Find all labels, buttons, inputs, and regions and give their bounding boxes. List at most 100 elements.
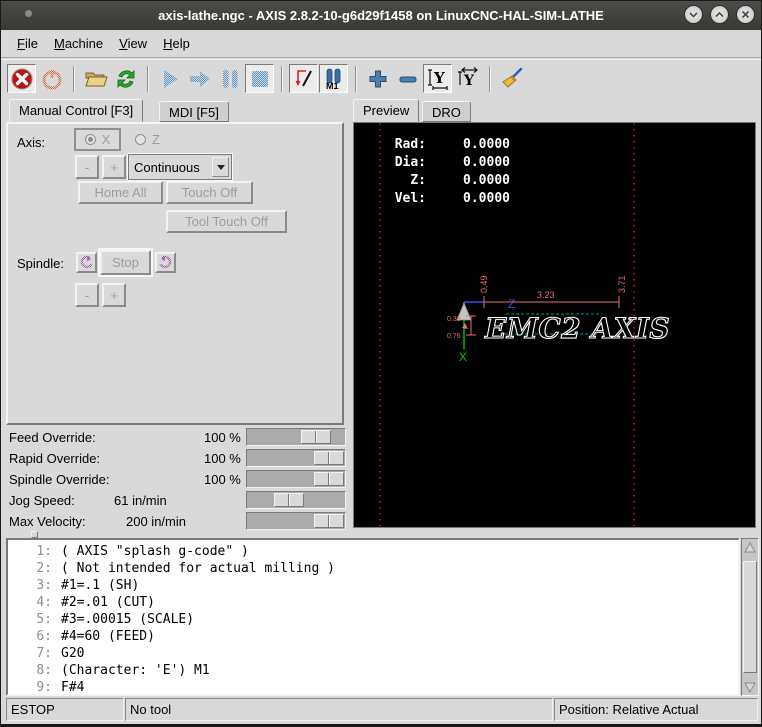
window-menu-dot-icon: [25, 10, 32, 17]
axis-z-radio[interactable]: Z: [135, 132, 160, 147]
zoom-in-button[interactable]: [363, 64, 392, 93]
max-velocity-label: Max Velocity:: [9, 514, 86, 529]
spindle-cw-button[interactable]: [155, 252, 176, 273]
menu-machine[interactable]: Machine: [46, 31, 111, 56]
toggle-skip-lines-button[interactable]: [289, 64, 318, 93]
jog-mode-select[interactable]: Continuous: [128, 154, 232, 180]
dro-vel-label: Vel:: [392, 190, 426, 208]
spindle-override-label: Spindle Override:: [9, 472, 109, 487]
rapid-override-row: Rapid Override: 100 %: [1, 448, 346, 469]
tab-preview[interactable]: Preview: [353, 99, 419, 122]
gcode-line-number: 1:: [8, 543, 52, 560]
rapid-override-slider[interactable]: [246, 449, 346, 467]
gcode-line[interactable]: 7: G20: [8, 645, 738, 662]
gcode-scrollbar[interactable]: [741, 538, 759, 696]
open-file-button[interactable]: [81, 64, 110, 93]
feed-override-slider[interactable]: [246, 428, 346, 446]
zoom-out-button[interactable]: [393, 64, 422, 93]
pause-button[interactable]: [215, 64, 244, 93]
jog-minus-button[interactable]: -: [75, 155, 99, 179]
titlebar[interactable]: axis-lathe.ngc - AXIS 2.8.2-10-g6d29f145…: [1, 1, 761, 30]
m1-label: M1: [326, 81, 339, 91]
tab-manual-control[interactable]: Manual Control [F3]: [9, 99, 143, 122]
slider-handle[interactable]: [314, 451, 344, 465]
menu-view[interactable]: View: [111, 31, 155, 56]
z-axis-label: Z: [508, 297, 515, 311]
gcode-line-number: 8:: [8, 662, 52, 679]
gcode-line[interactable]: 8: (Character: 'E') M1: [8, 662, 738, 679]
step-button[interactable]: [185, 64, 214, 93]
gcode-line-text: G20: [61, 645, 84, 662]
chevron-down-icon: [212, 157, 229, 177]
gcode-line-text: (Character: 'E') M1: [61, 662, 210, 679]
spindle-minus-button[interactable]: -: [75, 283, 99, 307]
scrollbar-thumb[interactable]: [743, 561, 757, 673]
tab-dro[interactable]: DRO: [422, 101, 471, 122]
spindle-stop-button[interactable]: Stop: [100, 250, 151, 275]
gcode-line[interactable]: 5:#3=.00015 (SCALE): [8, 611, 738, 628]
max-velocity-row: Max Velocity: 200 in/min: [1, 511, 346, 532]
feed-override-value: 100 %: [204, 430, 241, 445]
radio-dot-icon: [135, 134, 146, 145]
gcode-line[interactable]: 3:#1=.1 (SH): [8, 577, 738, 594]
slider-handle[interactable]: [314, 514, 344, 528]
stop-icon: [249, 68, 271, 90]
gcode-line[interactable]: 9:F#4: [8, 679, 738, 696]
jog-speed-label: Jog Speed:: [9, 493, 75, 508]
slider-handle[interactable]: [274, 493, 304, 507]
estop-button[interactable]: [7, 64, 36, 93]
spindle-plus-button[interactable]: +: [102, 283, 126, 307]
run-icon: [158, 67, 182, 91]
rotated-view-y-icon: Y: [425, 66, 451, 92]
home-all-button[interactable]: Home All: [78, 181, 163, 204]
maximize-button[interactable]: [710, 5, 729, 24]
clear-plot-broom-icon: [499, 66, 525, 92]
max-velocity-slider[interactable]: [246, 512, 346, 530]
jog-plus-button[interactable]: +: [102, 155, 126, 179]
gcode-line[interactable]: 2:( Not intended for actual milling ): [8, 560, 738, 577]
window-title: axis-lathe.ngc - AXIS 2.8.2-10-g6d29f145…: [158, 8, 604, 23]
run-button[interactable]: [155, 64, 184, 93]
close-button[interactable]: [736, 5, 755, 24]
optional-pause-button[interactable]: M1: [319, 64, 348, 93]
gcode-line[interactable]: 4:#2=.01 (CUT): [8, 594, 738, 611]
gcode-line-number: 7:: [8, 645, 52, 662]
menu-help[interactable]: Help: [155, 31, 198, 56]
gcode-line[interactable]: 6:#4=60 (FEED): [8, 628, 738, 645]
gcode-listing[interactable]: 1:( AXIS "splash g-code" ) 2:( Not inten…: [6, 538, 740, 696]
reload-button[interactable]: [111, 64, 140, 93]
view-y-flip-button[interactable]: Y: [453, 64, 482, 93]
toolbar-separator: [281, 66, 283, 92]
preview-canvas[interactable]: Z 3.23 0.49 3.71 X 0.33 0.76: [353, 122, 756, 528]
zoom-in-icon: [366, 67, 390, 91]
menu-file[interactable]: File: [9, 31, 46, 56]
slider-handle[interactable]: [301, 430, 331, 444]
clear-plot-button[interactable]: [497, 64, 526, 93]
axis-x-radio[interactable]: X: [74, 128, 121, 151]
gcode-line[interactable]: 1:( AXIS "splash g-code" ): [8, 543, 738, 560]
tab-mdi[interactable]: MDI [F5]: [159, 101, 229, 122]
dro-z-value: 0.0000: [426, 172, 510, 190]
view-y-button[interactable]: Y: [423, 64, 452, 93]
optional-pause-m1-icon: M1: [322, 67, 346, 91]
scroll-down-button[interactable]: [743, 679, 757, 694]
tool-touch-off-button[interactable]: Tool Touch Off: [166, 210, 287, 233]
spindle-override-slider[interactable]: [246, 470, 346, 488]
emc2-axis-logo: EMC2 AXIS: [484, 312, 670, 345]
touch-off-button[interactable]: Touch Off: [166, 181, 253, 204]
minimize-button[interactable]: [684, 5, 703, 24]
spindle-ccw-button[interactable]: [76, 252, 97, 273]
stop-button[interactable]: [245, 64, 274, 93]
gcode-line-number: 3:: [8, 577, 52, 594]
axis-label: Axis:: [17, 135, 45, 150]
slider-handle[interactable]: [314, 472, 344, 486]
machine-power-button[interactable]: [37, 64, 66, 93]
status-estop: ESTOP: [6, 698, 124, 721]
dro-readout: Rad:0.0000 Dia:0.0000 Z:0.0000 Vel:0.000…: [392, 136, 510, 208]
triangle-down-icon: [744, 681, 756, 693]
pane-sash-grip[interactable]: [31, 531, 38, 538]
jog-speed-slider[interactable]: [246, 491, 346, 509]
toolbar: M1 Y Y: [1, 59, 761, 97]
jog-speed-row: Jog Speed: 61 in/min: [1, 490, 346, 511]
scroll-up-button[interactable]: [743, 540, 757, 555]
